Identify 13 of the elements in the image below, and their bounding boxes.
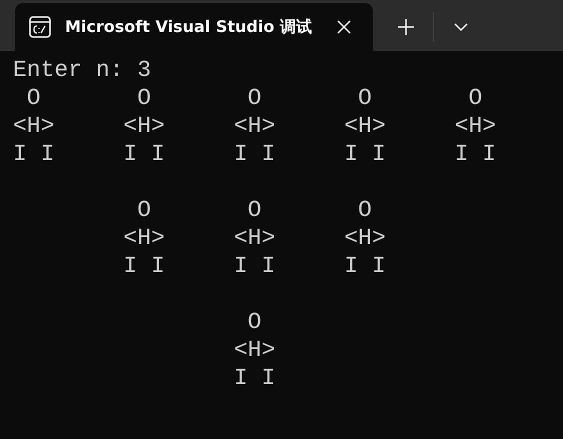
terminal-prompt: Enter n: 3 <box>13 57 152 83</box>
terminal-output-line: I I I I I I <box>122 253 386 279</box>
terminal-output-line: <H> <H> <H> <box>122 225 386 251</box>
tab-title: Microsoft Visual Studio 调试 <box>65 16 313 38</box>
terminal-output-line: O O O O O <box>26 85 482 111</box>
terminal-output-line: I I <box>232 365 276 391</box>
terminal-output-line: I I I I I I I I I I <box>13 141 496 167</box>
terminal-output-line: <H> <H> <H> <H> <H> <box>13 113 496 139</box>
terminal-output-line: O <box>246 309 262 335</box>
console-icon <box>29 16 51 38</box>
terminal-output-line: <H> <box>232 337 276 363</box>
terminal-tab[interactable]: Microsoft Visual Studio 调试 <box>15 3 373 51</box>
terminal-output-line: O O O <box>136 197 372 223</box>
